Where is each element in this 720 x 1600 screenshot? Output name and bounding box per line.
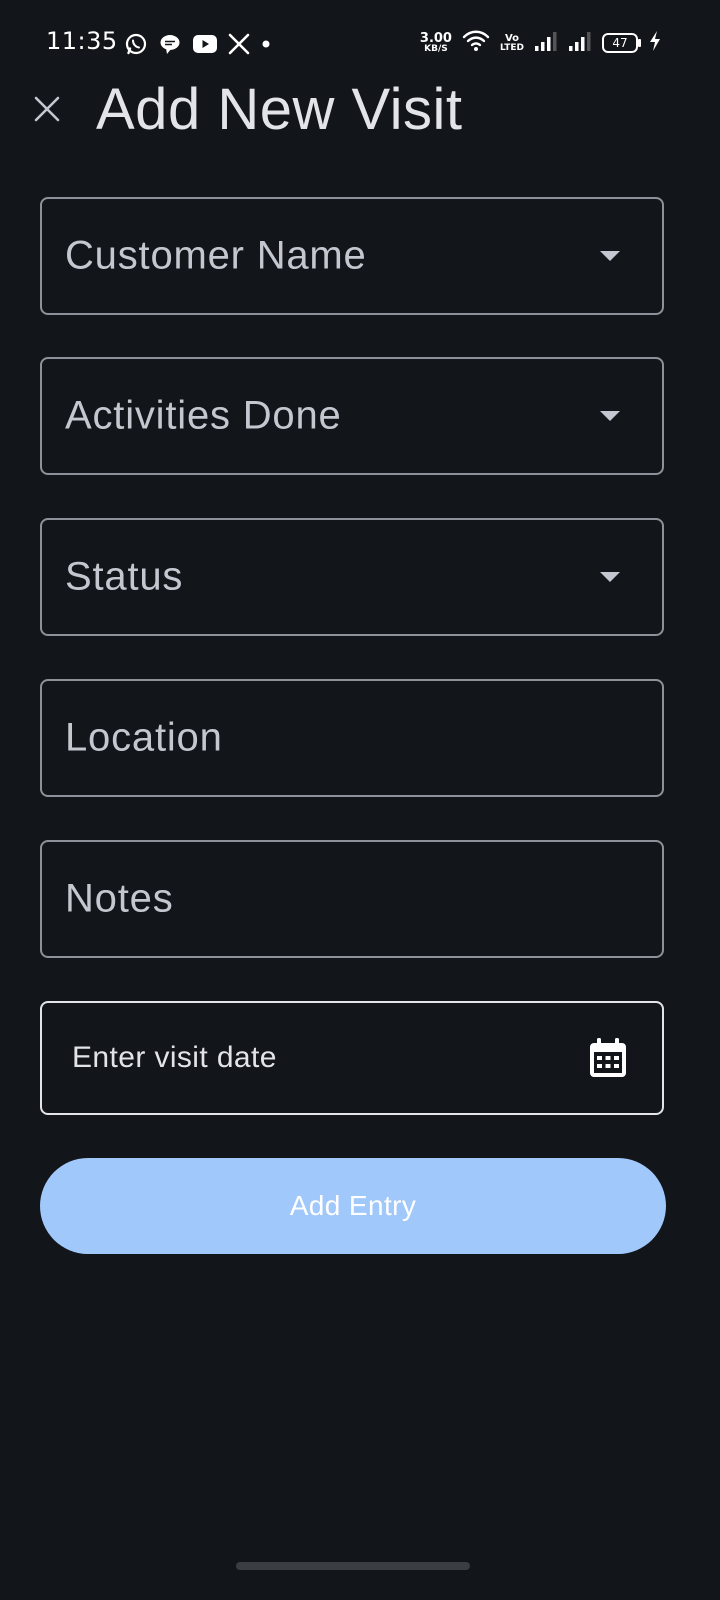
volte-top: Vo	[504, 32, 520, 44]
volte-indicator: Vo LTED	[499, 32, 524, 53]
location-label: Location	[65, 715, 223, 760]
system-icons: 3.00 KB/S Vo LTED 47	[420, 28, 662, 58]
customer-name-dropdown[interactable]: Customer Name	[40, 197, 664, 315]
status-time: 11:35	[46, 27, 118, 55]
visit-date-field[interactable]: Enter visit date	[40, 1001, 664, 1115]
dropdown-arrow-icon	[600, 411, 620, 421]
signal-icon	[568, 30, 592, 56]
dropdown-arrow-icon	[600, 572, 620, 582]
close-icon	[34, 96, 60, 126]
signal-icon	[534, 30, 558, 56]
calendar-icon[interactable]	[588, 1037, 628, 1079]
volte-bottom: LTED	[499, 42, 524, 53]
youtube-icon	[192, 33, 218, 55]
battery-level: 47	[612, 36, 628, 50]
notification-icons	[124, 30, 272, 58]
whatsapp-icon	[124, 32, 148, 56]
close-button[interactable]	[22, 86, 72, 136]
notes-label: Notes	[65, 876, 174, 921]
dot-icon	[260, 38, 272, 50]
network-speed: 3.00 KB/S	[420, 32, 452, 54]
status-bar: 11:35 3.00 KB/S Vo LTED 47	[0, 0, 720, 88]
chat-bubble-icon	[158, 32, 182, 56]
notes-field[interactable]: Notes	[40, 840, 664, 958]
activities-done-label: Activities Done	[65, 393, 342, 438]
page-title: Add New Visit	[96, 77, 463, 142]
charging-icon	[648, 30, 662, 56]
dropdown-arrow-icon	[600, 251, 620, 261]
status-dropdown[interactable]: Status	[40, 518, 664, 636]
activities-done-dropdown[interactable]: Activities Done	[40, 357, 664, 475]
network-speed-unit: KB/S	[424, 44, 448, 54]
status-label: Status	[65, 554, 184, 599]
battery-icon: 47	[602, 33, 641, 53]
add-entry-button[interactable]: Add Entry	[40, 1158, 666, 1254]
wifi-icon	[462, 29, 490, 57]
navigation-handle[interactable]	[236, 1562, 470, 1570]
x-icon	[228, 33, 250, 55]
location-field[interactable]: Location	[40, 679, 664, 797]
visit-date-value: Enter visit date	[72, 1041, 277, 1074]
customer-name-label: Customer Name	[65, 233, 367, 278]
